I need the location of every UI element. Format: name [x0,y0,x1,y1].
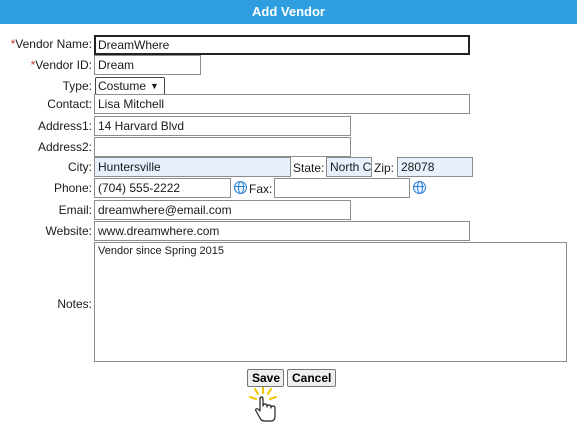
address1-input[interactable]: 14 Harvard Blvd [94,116,351,136]
type-select[interactable]: Costume ▼ [95,77,165,95]
email-input[interactable]: dreamwhere@email.com [94,200,351,220]
vendor-name-input[interactable]: DreamWhere [94,35,470,55]
chevron-down-icon: ▼ [150,81,159,91]
hand-pointer-icon [249,387,277,422]
cancel-button[interactable]: Cancel [287,369,336,387]
type-label: Type: [62,79,92,93]
vendor-id-label: *Vendor ID: [30,58,92,72]
address1-label: Address1: [37,119,92,133]
city-label: City: [68,160,92,174]
fax-label: Fax: [249,182,273,196]
fax-input[interactable] [274,178,410,198]
type-select-value: Costume [98,79,147,93]
address2-label: Address2: [37,140,92,154]
globe-icon[interactable] [413,181,426,194]
zip-label: Zip: [374,161,395,175]
vendor-name-label: *Vendor Name: [10,37,92,51]
website-label: Website: [45,224,92,238]
contact-input[interactable]: Lisa Mitchell [94,94,470,114]
state-label: State: [293,161,325,175]
vendor-id-input[interactable]: Dream [94,55,201,75]
globe-icon[interactable] [234,181,247,194]
city-input[interactable]: Huntersville [94,157,291,177]
notes-label: Notes: [57,297,92,311]
notes-textarea[interactable]: Vendor since Spring 2015 [94,242,567,362]
email-label: Email: [58,203,92,217]
website-input[interactable]: www.dreamwhere.com [94,221,470,241]
zip-input[interactable]: 28078 [397,157,473,177]
address2-input[interactable] [94,137,351,157]
phone-input[interactable]: (704) 555-2222 [94,178,231,198]
state-input[interactable]: North C [326,157,372,177]
save-button[interactable]: Save [247,369,284,387]
dialog-title: Add Vendor [0,0,577,24]
phone-label: Phone: [53,181,92,195]
contact-label: Contact: [47,97,92,111]
